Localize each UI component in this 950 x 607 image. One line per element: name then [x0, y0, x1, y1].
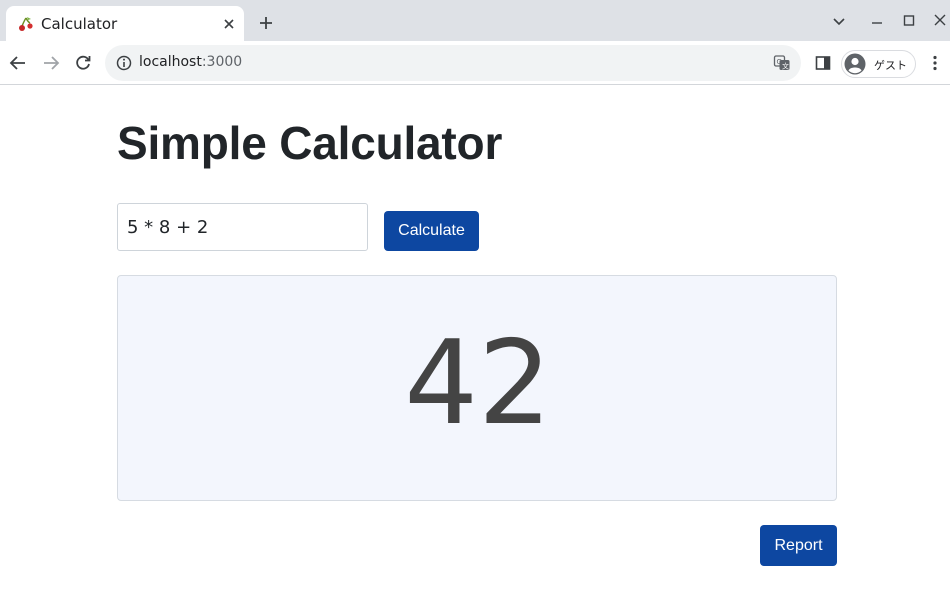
browser-tabstrip: Calculator [0, 0, 950, 41]
guest-avatar-icon [844, 53, 866, 75]
result-value: 42 [404, 316, 552, 451]
side-panel-icon[interactable] [814, 54, 832, 72]
back-arrow-icon[interactable] [8, 53, 28, 73]
translate-icon[interactable]: G 文 [773, 54, 791, 72]
cherry-favicon-icon [19, 17, 33, 31]
profile-label: ゲスト [874, 59, 907, 72]
svg-text:文: 文 [782, 62, 789, 71]
close-window-icon[interactable] [931, 12, 949, 30]
address-bar[interactable]: localhost:3000 G 文 [105, 45, 801, 81]
profile-button[interactable]: ゲスト [841, 50, 916, 78]
report-button[interactable]: Report [760, 525, 837, 566]
new-tab-icon[interactable] [257, 14, 275, 32]
minimize-icon[interactable] [868, 12, 886, 30]
calculate-button[interactable]: Calculate [384, 211, 479, 251]
browser-toolbar: localhost:3000 G 文 ゲスト [0, 41, 950, 85]
kebab-menu-icon[interactable] [926, 54, 944, 72]
reload-icon[interactable] [73, 53, 93, 73]
expression-input[interactable] [117, 203, 368, 251]
browser-tab[interactable]: Calculator [6, 6, 244, 41]
site-info-icon[interactable] [115, 54, 133, 72]
tab-search-chevron-icon[interactable] [830, 12, 848, 30]
url-text: localhost:3000 [139, 54, 242, 70]
maximize-icon[interactable] [900, 12, 918, 30]
page-content: Simple Calculator Calculate 42 Report [0, 86, 950, 607]
url-port: :3000 [201, 54, 243, 70]
url-host: localhost [139, 54, 202, 70]
page-title: Simple Calculator [117, 117, 503, 169]
result-panel: 42 [117, 275, 837, 501]
close-tab-icon[interactable] [220, 15, 238, 33]
tab-title: Calculator [41, 15, 118, 33]
forward-arrow-icon[interactable] [41, 53, 61, 73]
